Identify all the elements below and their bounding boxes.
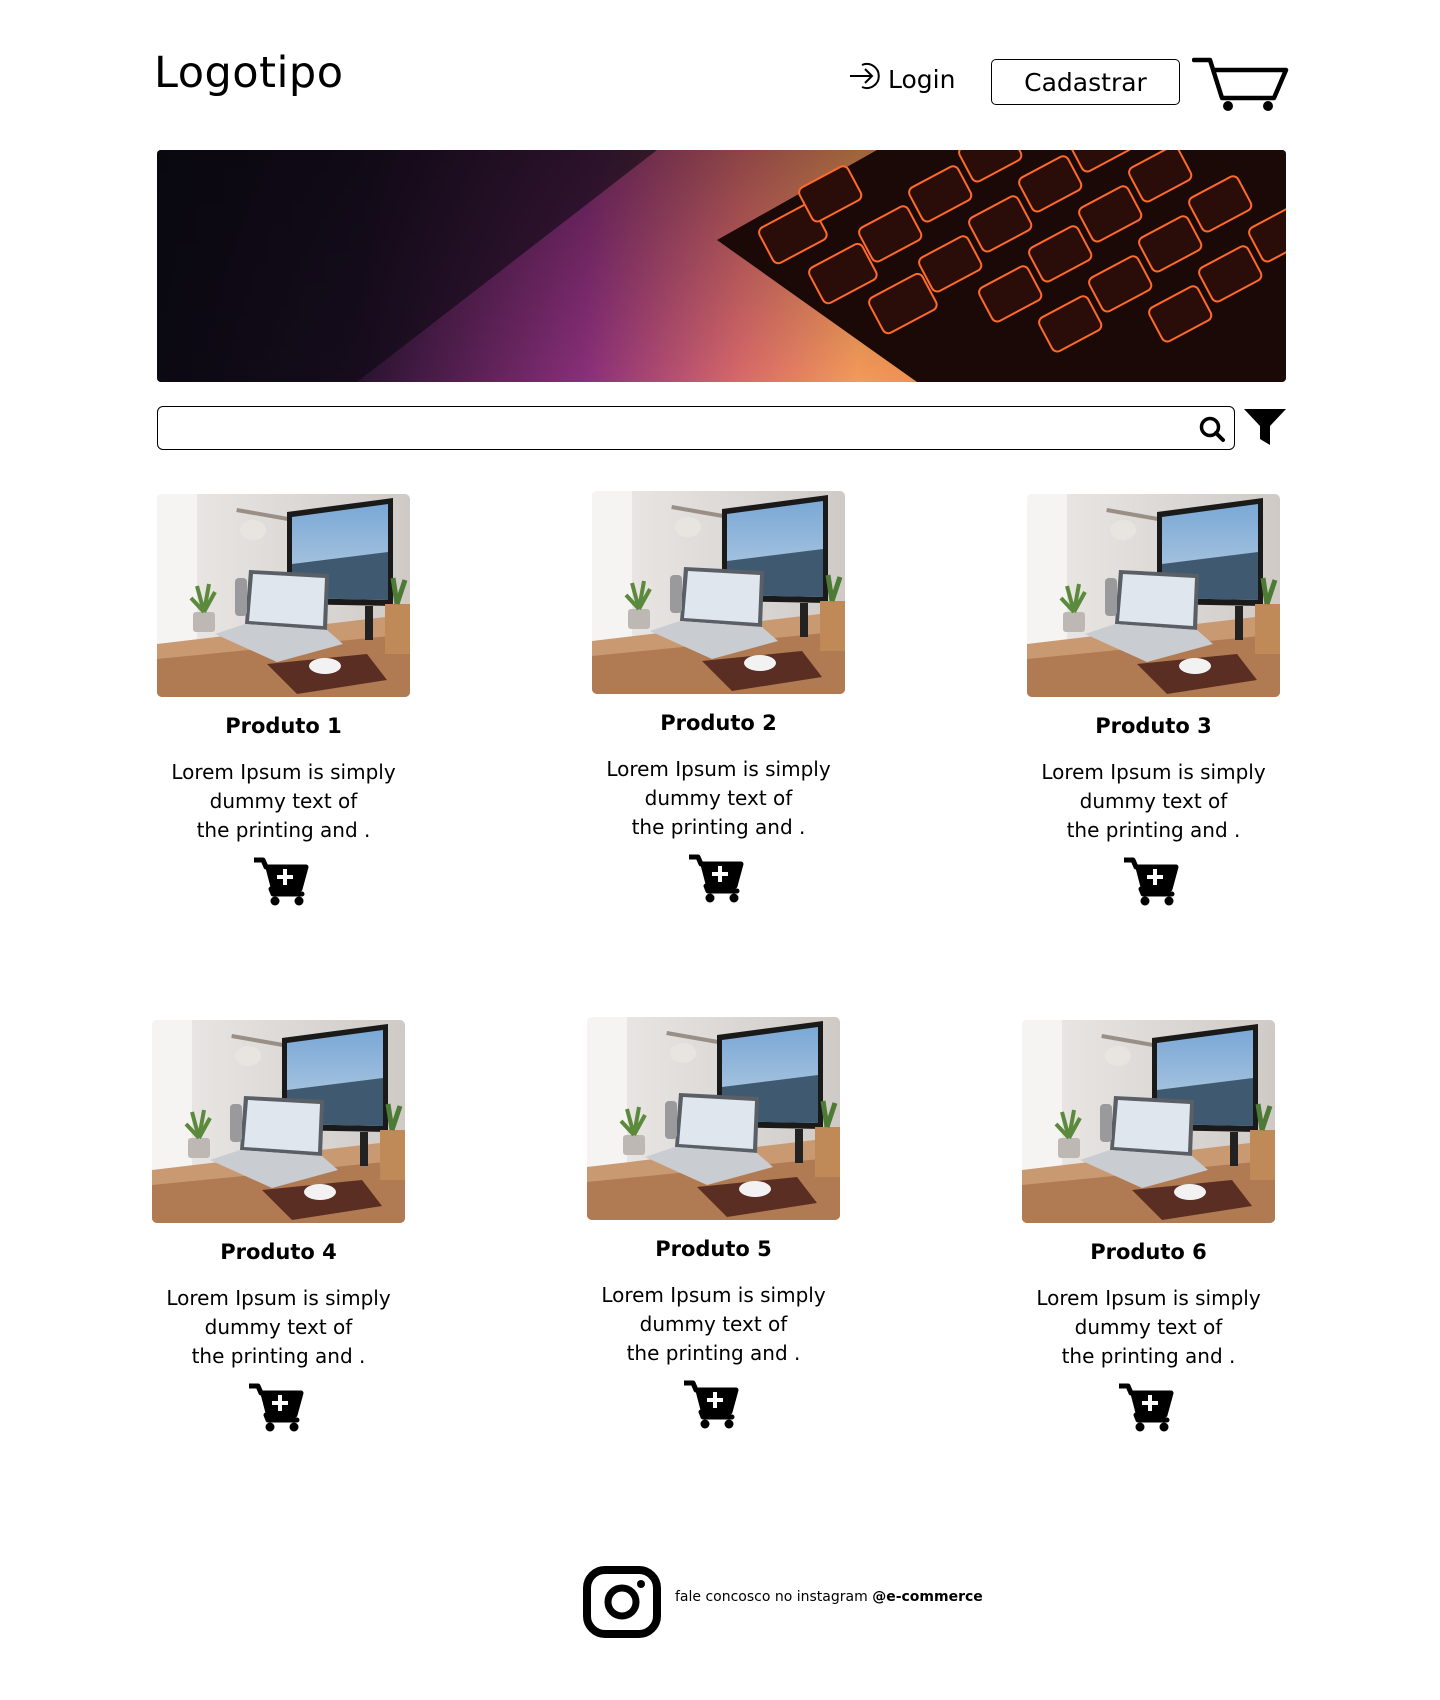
product-card: Produto 1 Lorem Ipsum is simply dummy tex… bbox=[157, 494, 437, 907]
footer-text: fale concosco no instagram bbox=[675, 1589, 868, 1605]
login-label: Login bbox=[888, 64, 956, 94]
product-description: Lorem Ipsum is simply dummy text of the pr… bbox=[171, 760, 396, 842]
cart-plus-icon[interactable] bbox=[254, 857, 310, 907]
product-name: Produto 3 bbox=[1095, 714, 1212, 738]
filter-icon[interactable] bbox=[1243, 408, 1287, 450]
product-image[interactable] bbox=[1027, 494, 1280, 697]
login-arrow-icon bbox=[848, 60, 888, 98]
cart-plus-icon[interactable] bbox=[249, 1383, 305, 1433]
cart-plus-icon[interactable] bbox=[1124, 857, 1180, 907]
product-description: Lorem Ipsum is simply dummy text of the pr… bbox=[166, 1286, 391, 1368]
product-description: Lorem Ipsum is simply dummy text of the pr… bbox=[601, 1283, 826, 1365]
product-description: Lorem Ipsum is simply dummy text of the pr… bbox=[1041, 760, 1266, 842]
login-link[interactable]: Login bbox=[848, 60, 955, 98]
hero-banner bbox=[157, 150, 1286, 382]
instagram-handle[interactable]: @e-commerce bbox=[872, 1589, 983, 1605]
cart-plus-icon[interactable] bbox=[689, 854, 745, 904]
product-description: Lorem Ipsum is simply dummy text of the pr… bbox=[1036, 1286, 1261, 1368]
signup-button[interactable]: Cadastrar bbox=[991, 59, 1180, 105]
product-image[interactable] bbox=[1022, 1020, 1275, 1223]
cart-plus-icon[interactable] bbox=[1119, 1383, 1175, 1433]
product-image[interactable] bbox=[152, 1020, 405, 1223]
product-card: Produto 5 Lorem Ipsum is simply dummy tex… bbox=[587, 1017, 867, 1430]
instagram-icon[interactable] bbox=[583, 1566, 661, 1642]
product-image[interactable] bbox=[587, 1017, 840, 1220]
product-name: Produto 4 bbox=[220, 1240, 337, 1264]
product-description: Lorem Ipsum is simply dummy text of the pr… bbox=[606, 757, 831, 839]
search-icon[interactable] bbox=[1198, 415, 1226, 447]
product-image[interactable] bbox=[157, 494, 410, 697]
product-name: Produto 1 bbox=[225, 714, 342, 738]
cart-plus-icon[interactable] bbox=[684, 1380, 740, 1430]
product-image[interactable] bbox=[592, 491, 845, 694]
shopping-cart-icon[interactable] bbox=[1191, 56, 1292, 116]
product-card: Produto 3 Lorem Ipsum is simply dummy tex… bbox=[1027, 494, 1307, 907]
footer-contact: fale concosco no instagram @e-commerce bbox=[675, 1589, 983, 1605]
logo[interactable]: Logotipo bbox=[154, 48, 344, 98]
search-input[interactable] bbox=[170, 407, 1174, 449]
product-card: Produto 4 Lorem Ipsum is simply dummy tex… bbox=[152, 1020, 432, 1433]
product-name: Produto 5 bbox=[655, 1237, 772, 1261]
product-name: Produto 6 bbox=[1090, 1240, 1207, 1264]
product-name: Produto 2 bbox=[660, 711, 777, 735]
product-card: Produto 2 Lorem Ipsum is simply dummy tex… bbox=[592, 491, 872, 904]
product-card: Produto 6 Lorem Ipsum is simply dummy tex… bbox=[1022, 1020, 1302, 1433]
search-bar[interactable] bbox=[157, 406, 1235, 450]
